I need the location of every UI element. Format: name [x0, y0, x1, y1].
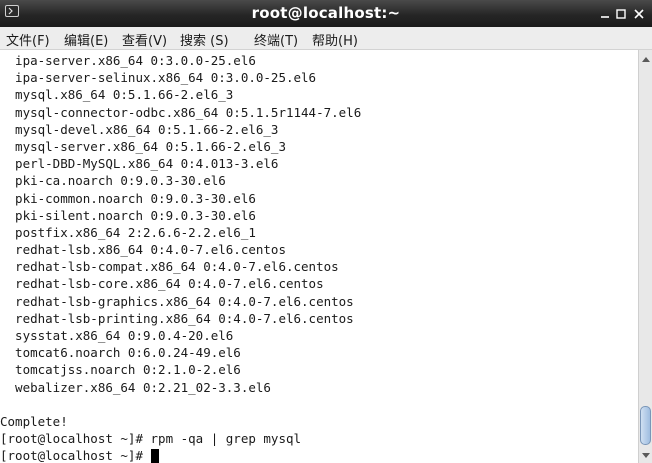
terminal-line: pki-ca.noarch 0:9.0.3-30.el6 [0, 173, 226, 189]
terminal-line: pki-common.noarch 0:9.0.3-30.el6 [0, 190, 256, 206]
menu-edit[interactable]: 编辑(E) [64, 30, 108, 49]
terminal-line: pki-silent.noarch 0:9.0.3-30.el6 [0, 207, 256, 223]
terminal-line: redhat-lsb-core.x86_64 0:4.0-7.el6.cento… [0, 276, 324, 292]
vertical-scrollbar[interactable] [638, 50, 652, 463]
menu-bar: 文件(F) 编辑(E) 查看(V) 搜索 (S) 终端(T) 帮助(H) [0, 27, 652, 50]
menu-file[interactable]: 文件(F) [6, 30, 50, 49]
scroll-thumb[interactable] [640, 406, 651, 445]
terminal-line: sysstat.x86_64 0:9.0.4-20.el6 [0, 328, 234, 343]
menu-view[interactable]: 查看(V) [122, 30, 167, 49]
terminal-line: mysql-server.x86_64 0:5.1.66-2.el6_3 [0, 138, 286, 154]
title-bar[interactable]: root@localhost:~ [0, 0, 652, 27]
terminal-line: webalizer.x86_64 0:2.21_02-3.3.el6 [0, 379, 271, 395]
terminal-line: tomcatjss.noarch 0:2.1.0-2.el6 [0, 362, 241, 378]
minimize-icon[interactable] [598, 6, 612, 20]
terminal-line: redhat-lsb-printing.x86_64 0:4.0-7.el6.c… [0, 310, 354, 326]
terminal-line: mysql.x86_64 0:5.1.66-2.el6_3 [0, 87, 234, 103]
terminal-line: ipa-server-selinux.x86_64 0:3.0.0-25.el6 [0, 70, 317, 86]
terminal-output[interactable]: ipa-server.x86_64 0:3.0.0-25.el6 ipa-ser… [0, 50, 638, 463]
terminal-line: Complete! [0, 413, 68, 429]
terminal-window: root@localhost:~ 文件(F) 编辑(E) 查看(V) 搜索 (S… [0, 0, 652, 463]
terminal-line: [root@localhost ~]# rpm -qa | grep mysql [0, 431, 302, 447]
menu-terminal[interactable]: 终端(T) [254, 30, 298, 49]
terminal-line: postfix.x86_64 2:2.6.6-2.2.el6_1 [0, 224, 256, 240]
scroll-down-arrow-icon[interactable] [640, 448, 652, 460]
terminal-line: redhat-lsb-graphics.x86_64 0:4.0-7.el6.c… [0, 293, 354, 309]
menu-search[interactable]: 搜索 (S) [180, 30, 229, 49]
maximize-icon[interactable] [614, 6, 628, 20]
close-icon[interactable] [632, 6, 646, 20]
terminal-line: mysql-devel.x86_64 0:5.1.66-2.el6_3 [0, 121, 279, 137]
terminal-lines: ipa-server.x86_64 0:3.0.0-25.el6 ipa-ser… [0, 52, 361, 463]
terminal-line: redhat-lsb-compat.x86_64 0:4.0-7.el6.cen… [0, 259, 339, 275]
terminal-prompt: [root@localhost ~]# [0, 448, 151, 463]
terminal-line: redhat-lsb.x86_64 0:4.0-7.el6.centos [0, 242, 286, 258]
scroll-up-arrow-icon[interactable] [640, 53, 652, 65]
text-cursor [150, 449, 159, 463]
terminal-prompt-line: [root@localhost ~]# [0, 447, 361, 463]
terminal-line: perl-DBD-MySQL.x86_64 0:4.013-3.el6 [0, 156, 279, 172]
terminal-line: mysql-connector-odbc.x86_64 0:5.1.5r1144… [0, 104, 362, 120]
menu-help[interactable]: 帮助(H) [312, 30, 358, 49]
terminal-line: ipa-server.x86_64 0:3.0.0-25.el6 [0, 53, 256, 68]
window-title: root@localhost:~ [251, 4, 401, 22]
terminal-line: tomcat6.noarch 0:6.0.24-49.el6 [0, 345, 241, 361]
